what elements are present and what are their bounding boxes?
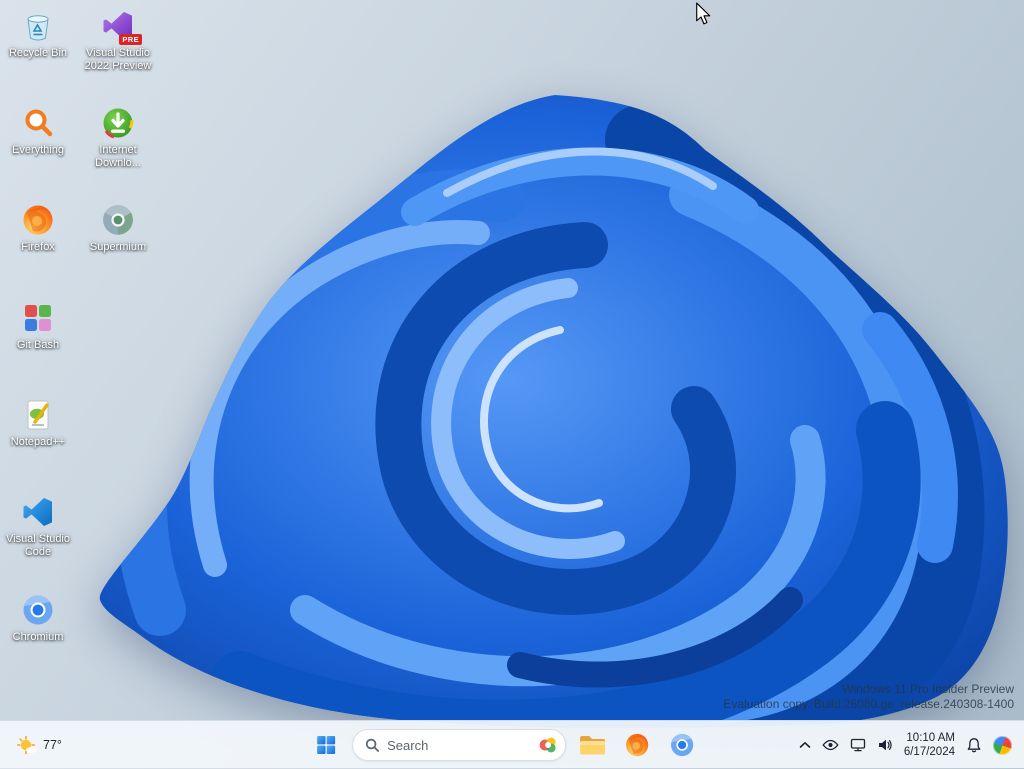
firefox-icon [626, 733, 649, 757]
notification-bell-icon[interactable] [966, 737, 982, 754]
desktop-icon-label: Internet Downlo... [95, 144, 141, 169]
taskbar-firefox-button[interactable] [618, 726, 656, 764]
desktop-icon-idm[interactable]: Internet Downlo... [80, 105, 156, 170]
tray-colorful-app-icon[interactable] [993, 735, 1012, 755]
git-bash-icon [20, 300, 56, 336]
internet-download-manager-icon [100, 105, 136, 141]
desktop-icon-label: Notepad++ [10, 436, 66, 448]
insider-watermark: Windows 11 Pro Insider Preview Evaluatio… [723, 682, 1014, 712]
sun-icon [16, 735, 36, 755]
taskbar: 77° Search 10:10 AM 6/17/2024 [0, 720, 1024, 768]
firefox-icon [20, 202, 56, 238]
desktop-icon-firefox[interactable]: Firefox [0, 202, 76, 254]
chromium-icon [20, 592, 56, 628]
supermium-icon [100, 202, 136, 238]
taskbar-chromium-button[interactable] [663, 726, 701, 764]
desktop-icon-recycle-bin[interactable]: Recycle Bin [0, 8, 76, 60]
vscode-icon [20, 494, 56, 530]
desktop-icon-label: Everything [12, 144, 64, 156]
desktop-icon-chromium[interactable]: Chromium [0, 592, 76, 644]
desktop-icon-label: Recycle Bin [8, 47, 68, 59]
recycle-bin-icon [20, 8, 56, 44]
windows-logo-icon [317, 736, 336, 754]
desktop-icon-label: Chromium [12, 631, 64, 643]
desktop-icon-supermium[interactable]: Supermium [80, 202, 156, 254]
watermark-line1: Windows 11 Pro Insider Preview [842, 682, 1014, 696]
start-button[interactable] [307, 726, 345, 764]
weather-temp: 77° [43, 738, 62, 752]
pre-badge: PRE [119, 34, 142, 45]
notepadpp-icon [20, 397, 56, 433]
desktop-icon-label: Git Bash [16, 339, 60, 351]
desktop-icon-label: Supermium [89, 241, 147, 253]
desktop-icon-git-bash[interactable]: Git Bash [0, 300, 76, 352]
search-placeholder-text: Search [387, 737, 429, 753]
tray-time: 10:10 AM [906, 732, 955, 744]
desktop-icon-notepadpp[interactable]: Notepad++ [0, 397, 76, 449]
hidden-icons-chevron[interactable] [799, 741, 811, 749]
desktop-icon-vscode[interactable]: Visual Studio Code [0, 494, 76, 559]
network-icon[interactable] [850, 738, 866, 752]
file-explorer-icon [580, 736, 606, 755]
tray-date: 6/17/2024 [903, 746, 955, 758]
desktop-icon-label: Visual Studio 2022 Preview [84, 47, 152, 72]
eye-icon[interactable] [822, 739, 839, 751]
visual-studio-2022-icon: PRE [100, 8, 142, 45]
taskbar-file-explorer-button[interactable] [573, 726, 611, 764]
desktop-icon-label: Firefox [21, 241, 55, 253]
search-highlight-graphic-icon [539, 737, 556, 753]
volume-icon[interactable] [877, 738, 893, 752]
desktop-icon-everything[interactable]: Everything [0, 105, 76, 157]
widgets-weather-button[interactable]: 77° [8, 721, 70, 769]
watermark-line2: Evaluation copy. Build 26080.ge_release.… [723, 697, 1014, 711]
chromium-icon [671, 733, 694, 757]
search-icon [365, 738, 379, 752]
desktop-icon-vs2022-preview[interactable]: PRE Visual Studio 2022 Preview [80, 8, 156, 73]
tray-clock[interactable]: 10:10 AM 6/17/2024 [904, 731, 955, 759]
taskbar-search-box[interactable]: Search [352, 729, 567, 761]
desktop-icon-label: Visual Studio Code [5, 533, 70, 558]
everything-icon [20, 105, 56, 141]
